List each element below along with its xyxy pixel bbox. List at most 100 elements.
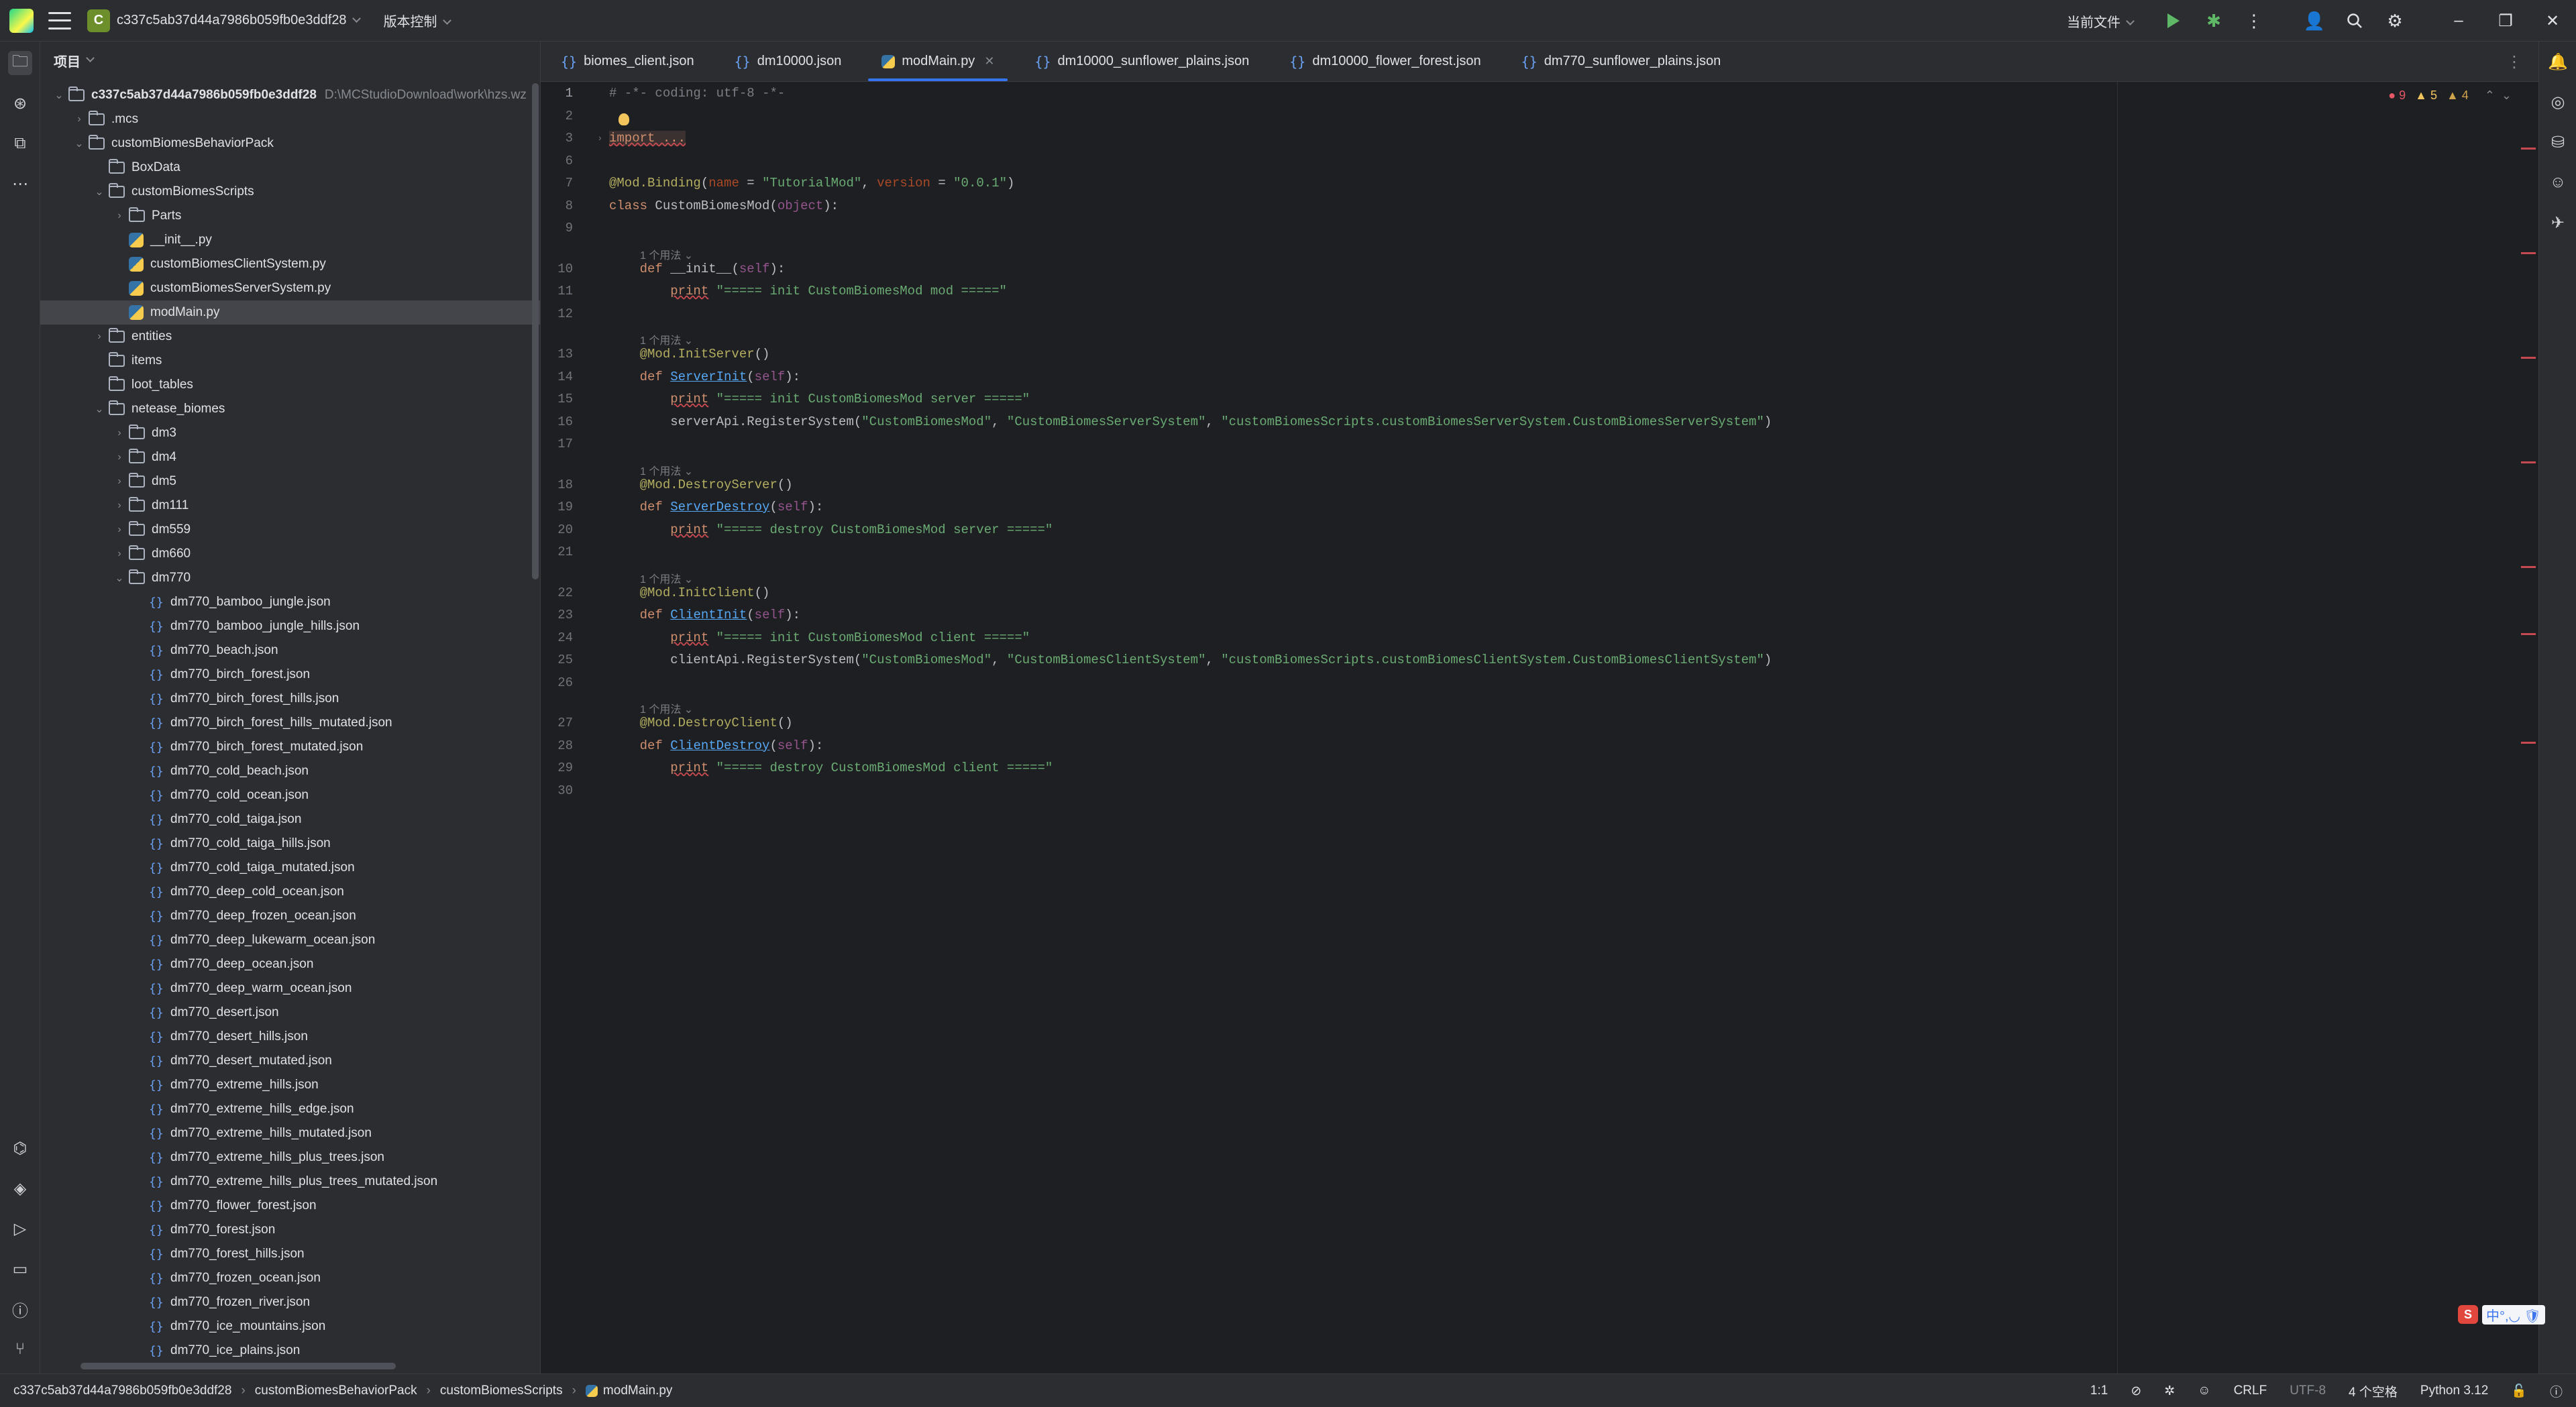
fold-icon[interactable]: › <box>598 132 602 143</box>
tree-item[interactable]: › entities <box>40 325 540 349</box>
file-encoding[interactable]: UTF-8 <box>2290 1384 2326 1398</box>
error-stripe-mark[interactable] <box>2521 742 2536 744</box>
copilot-icon[interactable]: ☺ <box>2547 172 2569 193</box>
tree-item[interactable]: {} dm770_deep_lukewarm_ocean.json <box>40 928 540 952</box>
tree-item[interactable]: › dm559 <box>40 518 540 542</box>
chevron-right-icon[interactable]: › <box>114 427 125 439</box>
editor-tab[interactable]: {} dm10000.json <box>714 42 862 81</box>
tree-item[interactable]: {} dm770_cold_ocean.json <box>40 783 540 807</box>
code-line[interactable]: print "===== init CustomBiomesMod client… <box>609 630 1030 645</box>
error-stripe-mark[interactable] <box>2521 252 2536 254</box>
code-line[interactable]: @Mod.InitClient() <box>609 585 770 600</box>
chevron-down-icon[interactable]: ⌄ <box>94 402 105 416</box>
services-tool-button[interactable]: ▷ <box>8 1217 32 1241</box>
tree-item[interactable]: {} dm770_ice_plains.json <box>40 1339 540 1363</box>
ai-status-icon[interactable]: ☺ <box>2198 1384 2210 1398</box>
code-line[interactable]: def ClientInit(self): <box>609 608 800 622</box>
tree-item[interactable]: {} dm770_desert.json <box>40 1001 540 1025</box>
code-with-me-button[interactable]: 👤 <box>2301 7 2328 34</box>
breadcrumb-item[interactable]: customBiomesBehaviorPack <box>255 1384 417 1398</box>
code-line[interactable]: @Mod.Binding(name = "TutorialMod", versi… <box>609 176 1014 190</box>
tree-item[interactable]: {} dm770_birch_forest_hills_mutated.json <box>40 711 540 735</box>
ai-assistant-icon[interactable]: ◎ <box>2547 91 2569 113</box>
commit-tool-button[interactable]: ⊛ <box>8 91 32 115</box>
weak-warning-count[interactable]: ▲ 4 <box>2447 89 2469 103</box>
lightbulb-icon[interactable] <box>619 113 629 125</box>
breadcrumb-item[interactable]: modMain.py <box>603 1384 673 1398</box>
tree-item[interactable]: {} dm770_cold_taiga_hills.json <box>40 832 540 856</box>
tree-item[interactable]: {} dm770_extreme_hills.json <box>40 1073 540 1097</box>
code-line[interactable]: print "===== destroy CustomBiomesMod ser… <box>609 522 1053 537</box>
previous-problem-icon[interactable]: ⌃ <box>2485 89 2495 103</box>
tree-item[interactable]: › .mcs <box>40 107 540 131</box>
run-configuration-select[interactable]: 当前文件 <box>2067 11 2135 31</box>
chevron-right-icon[interactable]: › <box>114 210 125 222</box>
code-line[interactable]: def __init__(self): <box>609 262 786 276</box>
code-editor[interactable]: 1 2 3 › 6 7 8 9 10 11 12 13 14 15 16 17 18 19 20 21 22 23 24 25… <box>541 82 2538 1373</box>
breadcrumb-item[interactable]: c337c5ab37d44a7986b059fb0e3ddf28 <box>13 1384 231 1398</box>
tree-item[interactable]: customBiomesClientSystem.py <box>40 252 540 276</box>
usage-hint[interactable]: 1 个用法 ⌄ <box>640 331 693 347</box>
chevron-right-icon[interactable]: › <box>114 500 125 512</box>
tree-item[interactable]: items <box>40 349 540 373</box>
code-line[interactable]: print "===== init CustomBiomesMod mod ==… <box>609 284 1007 298</box>
tree-item[interactable]: {} dm770_cold_taiga_mutated.json <box>40 856 540 880</box>
code-line[interactable]: print "===== init CustomBiomesMod server… <box>609 392 1030 406</box>
code-line[interactable]: print "===== destroy CustomBiomesMod cli… <box>609 761 1053 775</box>
tree-item[interactable]: {} dm770_desert_mutated.json <box>40 1049 540 1073</box>
error-stripe-mark[interactable] <box>2521 357 2536 359</box>
problems-tool-button[interactable]: ⓘ <box>8 1297 32 1321</box>
code-line[interactable]: serverApi.RegisterSystem("CustomBiomesMo… <box>609 414 1772 429</box>
project-switcher[interactable]: c337c5ab37d44a7986b059fb0e3ddf28 <box>117 13 361 28</box>
editor-tab[interactable]: {} biomes_client.json <box>541 42 714 81</box>
tree-item[interactable]: {} dm770_cold_taiga.json <box>40 807 540 832</box>
vcs-menu[interactable]: 版本控制 <box>384 11 451 30</box>
tree-item[interactable]: {} dm770_extreme_hills_edge.json <box>40 1097 540 1121</box>
tree-item[interactable]: › dm4 <box>40 445 540 469</box>
python-interpreter[interactable]: Python 3.12 <box>2420 1384 2488 1398</box>
code-line[interactable]: clientApi.RegisterSystem("CustomBiomesMo… <box>609 653 1772 667</box>
tree-item[interactable]: ⌄ dm770 <box>40 566 540 590</box>
tree-item[interactable]: {} dm770_bamboo_jungle.json <box>40 590 540 614</box>
editor-tab[interactable]: {} dm10000_sunflower_plains.json <box>1014 42 1269 81</box>
more-tools-button[interactable]: ⋯ <box>8 172 32 196</box>
tree-item[interactable]: {} dm770_ice_mountains.json <box>40 1314 540 1339</box>
tree-item[interactable]: {} dm770_frozen_river.json <box>40 1290 540 1314</box>
tree-item[interactable]: › dm5 <box>40 469 540 494</box>
tree-item[interactable]: {} dm770_beach.json <box>40 638 540 663</box>
tree-item[interactable]: › dm111 <box>40 494 540 518</box>
project-panel-header[interactable]: 项目 <box>40 42 540 79</box>
chevron-right-icon[interactable]: › <box>74 113 85 125</box>
editor-tab[interactable]: modMain.py ✕ <box>861 42 1014 81</box>
tree-item[interactable]: ⌄ c337c5ab37d44a7986b059fb0e3ddf28 D:\MCSt… <box>40 83 540 107</box>
code-area[interactable]: # -*- coding: utf-8 -*- import ... @Mod.Bi… <box>609 82 2538 1373</box>
tree-item[interactable]: {} dm770_bamboo_jungle_hills.json <box>40 614 540 638</box>
tree-item[interactable]: {} dm770_deep_frozen_ocean.json <box>40 904 540 928</box>
tree-item[interactable]: {} dm770_frozen_ocean.json <box>40 1266 540 1290</box>
close-tab-icon[interactable]: ✕ <box>984 54 994 68</box>
project-tool-button[interactable]: 🗀 <box>8 51 32 75</box>
tree-item[interactable]: {} dm770_cold_beach.json <box>40 759 540 783</box>
chevron-down-icon[interactable]: ⌄ <box>94 185 105 199</box>
main-menu-icon[interactable] <box>48 11 71 30</box>
structure-tool-button[interactable]: ⧉ <box>8 131 32 156</box>
git-tool-button[interactable]: ⑂ <box>8 1337 32 1361</box>
line-number-gutter[interactable]: 1 2 3 › 6 7 8 9 10 11 12 13 14 15 16 17 18 19 20 21 22 23 24 25… <box>541 82 608 1373</box>
tree-item[interactable]: › dm3 <box>40 421 540 445</box>
error-stripe-mark[interactable] <box>2521 633 2536 635</box>
tree-item[interactable]: › dm660 <box>40 542 540 566</box>
chevron-down-icon[interactable]: ⌄ <box>114 571 125 585</box>
error-stripe-mark[interactable] <box>2521 461 2536 463</box>
settings-button[interactable]: ⚙ <box>2381 7 2408 34</box>
run-button[interactable] <box>2160 7 2187 34</box>
vertical-scrollbar[interactable] <box>532 83 539 579</box>
tree-item[interactable]: modMain.py <box>40 300 540 325</box>
tree-item[interactable]: ⌄ netease_biomes <box>40 397 540 421</box>
tree-item[interactable]: {} dm770_birch_forest_mutated.json <box>40 735 540 759</box>
code-line[interactable]: # -*- coding: utf-8 -*- <box>609 86 785 101</box>
error-stripe-mark[interactable] <box>2521 566 2536 568</box>
terminal-tool-button[interactable]: ▭ <box>8 1257 32 1281</box>
help-icon[interactable]: ⓘ <box>2550 1382 2563 1400</box>
plugin-icon[interactable]: ✈ <box>2547 212 2569 233</box>
tree-item[interactable]: {} dm770_deep_warm_ocean.json <box>40 976 540 1001</box>
